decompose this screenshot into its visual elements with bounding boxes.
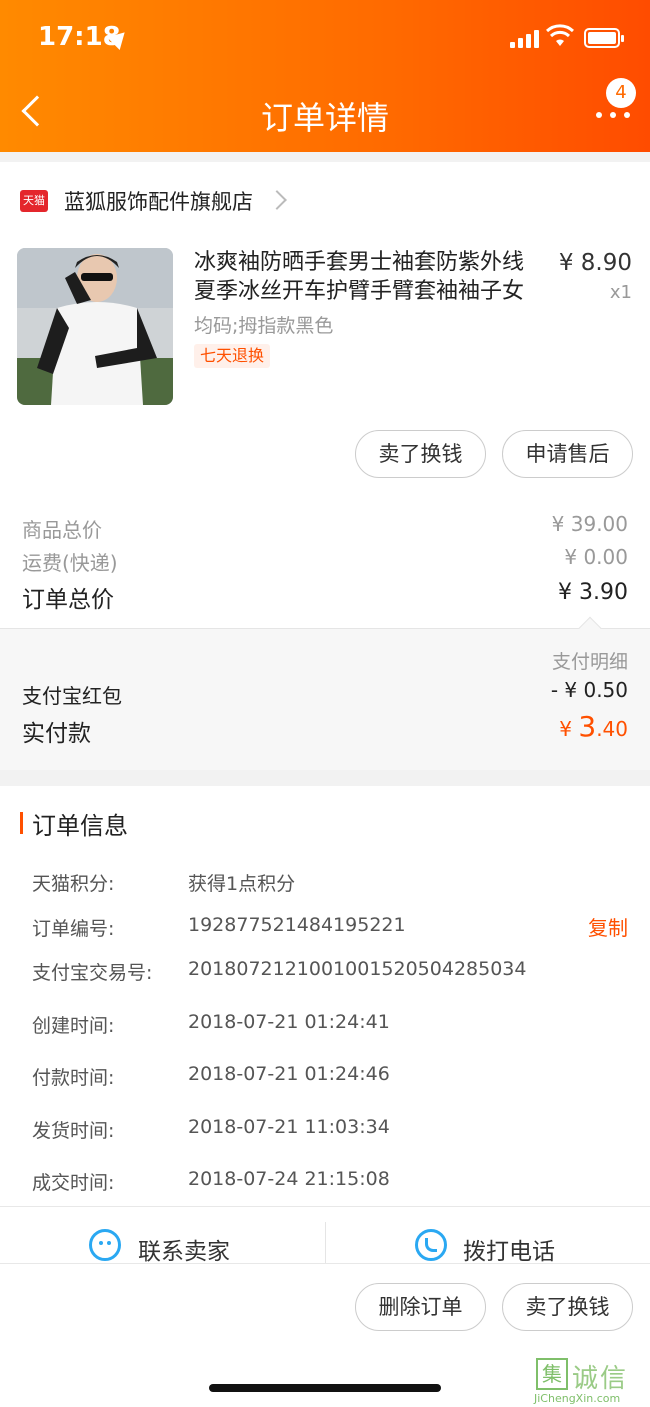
notification-badge: 4 (606, 78, 636, 108)
order-info-title: 订单信息 (32, 812, 128, 840)
shipping-value: ¥ 0.00 (564, 545, 628, 569)
red-packet-value: - ¥ 0.50 (550, 678, 628, 702)
chevron-right-icon[interactable] (267, 190, 287, 210)
goods-total-value: ¥ 39.00 (551, 512, 628, 536)
section-divider (0, 152, 650, 162)
sell-bottom-button[interactable]: 卖了换钱 (502, 1283, 633, 1331)
contact-divider (325, 1222, 326, 1264)
order-total-value: ¥ 3.90 (558, 580, 628, 605)
header-bar: 17:18 订单详情 4 (0, 0, 650, 152)
more-icon[interactable] (596, 112, 630, 118)
bottom-divider (0, 1263, 650, 1264)
product-quantity: x1 (609, 282, 632, 303)
paid-time-label: 付款时间: (32, 1067, 115, 1089)
section-divider (0, 770, 650, 786)
watermark-logo: 集 诚信 JiChengXin.com (534, 1356, 650, 1407)
points-value: 获得1点积分 (188, 873, 296, 895)
product-title-line: 冰爽袖防晒手套男士袖套防紫外线 (194, 250, 525, 275)
order-number-value: 192877521484195221 (188, 914, 406, 936)
shipping-label: 运费(快递) (22, 551, 118, 575)
alipay-trade-value: 2018072121001001520504285034 (188, 958, 527, 980)
points-label: 天猫积分: (32, 873, 115, 895)
call-phone-button[interactable]: 拨打电话 (463, 1232, 555, 1266)
paid-currency: ¥ (559, 717, 579, 741)
shop-name[interactable]: 蓝狐服饰配件旗舰店 (64, 186, 253, 216)
wifi-icon (546, 24, 574, 46)
paid-integer: 3 (578, 710, 597, 743)
signal-icon (510, 30, 540, 48)
created-time-label: 创建时间: (32, 1015, 115, 1037)
page-title: 订单详情 (260, 99, 389, 137)
alipay-trade-label: 支付宝交易号: (32, 962, 153, 984)
return-policy-tag: 七天退换 (194, 344, 271, 368)
chat-face-icon[interactable] (89, 1229, 121, 1261)
watermark-url: JiChengXin.com (534, 1392, 621, 1405)
home-indicator[interactable] (209, 1384, 441, 1392)
section-accent-bar (20, 812, 23, 834)
product-title[interactable]: 冰爽袖防晒手套男士袖套防紫外线 夏季冰丝开车护臂手臂套袖袖子女 (194, 248, 544, 306)
paid-label: 实付款 (22, 721, 91, 747)
paid-decimal: .40 (596, 717, 628, 741)
sell-button[interactable]: 卖了换钱 (355, 430, 486, 478)
order-total-label: 订单总价 (22, 587, 114, 613)
product-price: ¥ 8.90 (558, 250, 632, 276)
watermark-text: 诚信 (572, 1364, 629, 1394)
paid-time-value: 2018-07-21 01:24:46 (188, 1063, 390, 1085)
order-number-label: 订单编号: (32, 918, 115, 940)
product-image[interactable] (17, 248, 173, 405)
tmall-logo-icon: 天猫 (20, 190, 48, 212)
payment-detail-link[interactable]: 支付明细 (552, 647, 628, 674)
copy-order-number-button[interactable]: 复制 (588, 912, 628, 941)
battery-icon (584, 28, 624, 48)
goods-total-label: 商品总价 (22, 518, 102, 542)
phone-icon[interactable] (415, 1229, 447, 1261)
closed-time-value: 2018-07-24 21:15:08 (188, 1168, 390, 1190)
red-packet-label: 支付宝红包 (22, 684, 122, 708)
closed-time-label: 成交时间: (32, 1172, 115, 1194)
delete-order-button[interactable]: 删除订单 (355, 1283, 486, 1331)
product-title-line: 夏季冰丝开车护臂手臂套袖袖子女 (194, 279, 525, 304)
watermark-char: 集 (536, 1358, 568, 1390)
paid-amount: ¥ 3.40 (559, 710, 628, 743)
after-sale-button[interactable]: 申请售后 (502, 430, 633, 478)
contact-seller-button[interactable]: 联系卖家 (138, 1232, 230, 1266)
shipped-time-value: 2018-07-21 11:03:34 (188, 1116, 390, 1138)
shipped-time-label: 发货时间: (32, 1120, 115, 1142)
product-spec: 均码;拇指款黑色 (194, 315, 334, 337)
created-time-value: 2018-07-21 01:24:41 (188, 1011, 390, 1033)
